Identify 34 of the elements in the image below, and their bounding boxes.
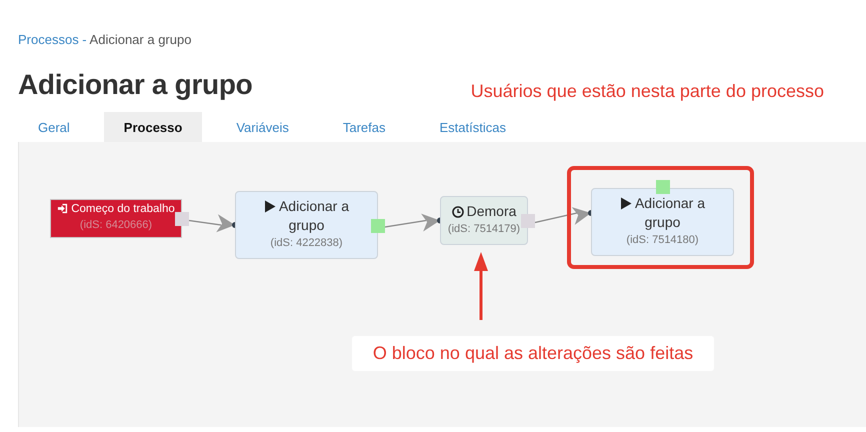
annotation-caption: O bloco no qual as alterações são feitas	[352, 336, 714, 370]
annotation-text: Usuários que estão nesta parte do processo	[470, 80, 824, 102]
action-node[interactable]: Adicionar a grupo (idS: 4222838)	[235, 190, 378, 258]
annotation-arrow	[474, 252, 488, 320]
connector-arrow	[188, 214, 238, 232]
action-node[interactable]: Adicionar a grupo (idS: 7514180)	[591, 188, 734, 256]
breadcrumb-link[interactable]: Processos -	[18, 32, 87, 47]
node-title: Adicionar a grupo	[634, 195, 706, 230]
node-port[interactable]	[656, 180, 670, 194]
node-title: Adicionar a grupo	[278, 198, 350, 234]
tab[interactable]: Processo	[104, 112, 202, 142]
tab[interactable]: Variáveis	[216, 112, 309, 142]
tab[interactable]: Geral	[18, 112, 90, 142]
sign-in-icon	[57, 203, 68, 214]
play-icon	[264, 200, 276, 214]
clock-icon	[452, 206, 464, 218]
node-id: (idS: 4222838)	[270, 236, 343, 252]
node-title: Começo do trabalho	[71, 203, 175, 216]
delay-node[interactable]: Demora (idS: 7514179)	[440, 196, 528, 244]
node-id: (idS: 7514180)	[626, 233, 699, 248]
page-title: Adicionar a grupo	[18, 68, 252, 102]
node-id: (idS: 7514179)	[448, 222, 520, 238]
start-node[interactable]: Começo do trabalho (idS: 6420666)	[50, 198, 182, 238]
node-port[interactable]	[371, 218, 385, 232]
node-port[interactable]	[521, 214, 535, 228]
node-port[interactable]	[175, 212, 189, 226]
tab[interactable]: Estatísticas	[420, 112, 526, 142]
play-icon	[620, 197, 632, 210]
node-id: (idS: 6420666)	[80, 218, 152, 234]
breadcrumb-current: Adicionar a grupo	[90, 32, 192, 47]
connector-arrow	[384, 213, 443, 232]
node-title: Demora	[466, 203, 516, 220]
connector-arrow	[534, 206, 594, 224]
tab[interactable]: Tarefas	[322, 112, 406, 142]
